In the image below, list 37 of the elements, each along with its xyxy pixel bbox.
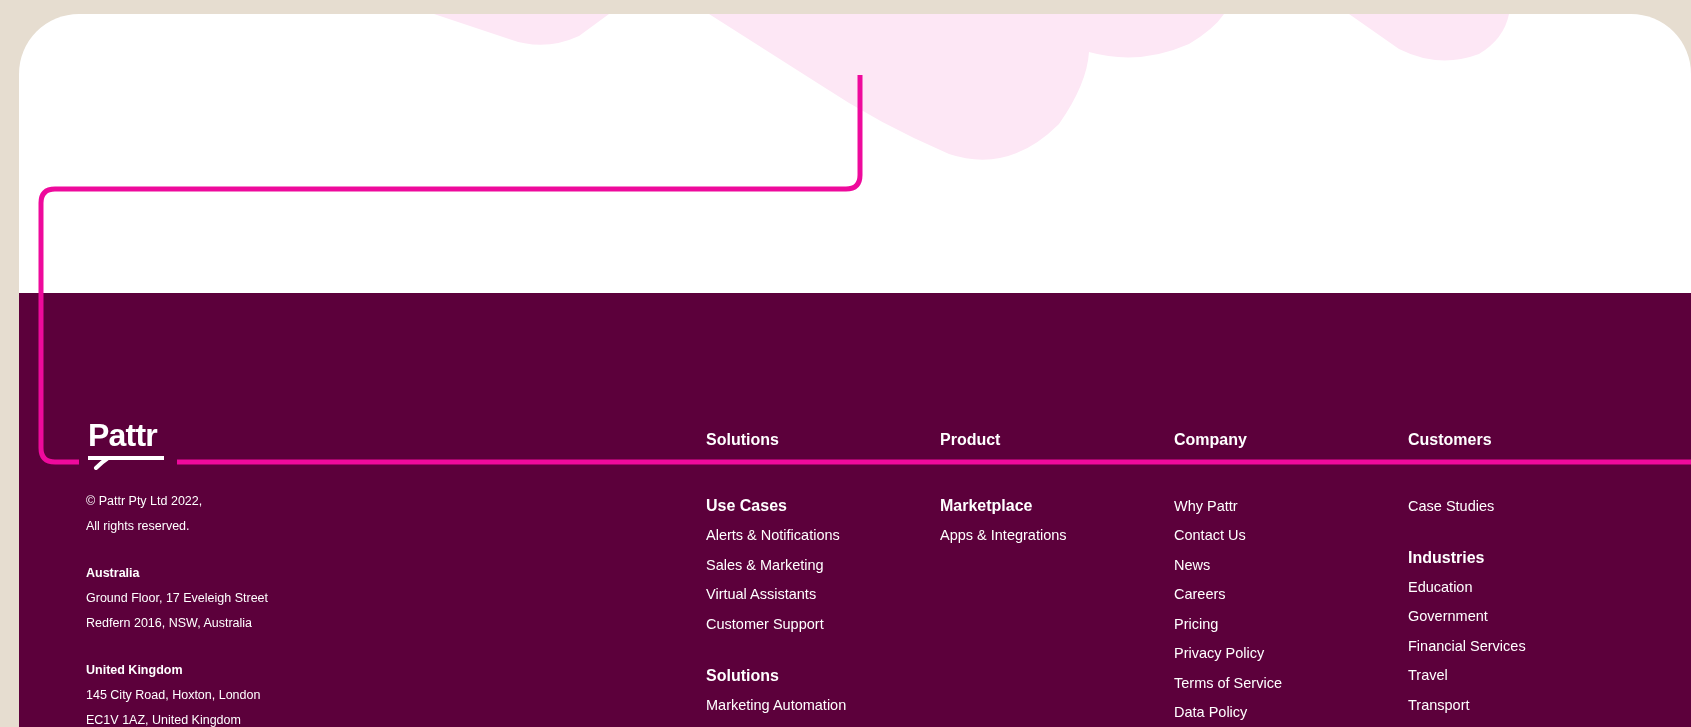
footer-link[interactable]: Alerts & Notifications	[706, 525, 840, 546]
footer-link[interactable]: News	[1174, 554, 1211, 575]
footer-link[interactable]: Customer Support	[706, 613, 824, 634]
copyright-text: © Pattr Pty Ltd 2022,	[86, 493, 204, 510]
office-address: Redfern 2016, NSW, Australia	[86, 615, 254, 632]
group-heading: Marketplace	[940, 496, 1034, 516]
footer-link[interactable]: Pricing	[1174, 613, 1219, 634]
footer-link[interactable]: Marketing Automation	[706, 694, 847, 715]
footer-link[interactable]: Government	[1408, 606, 1488, 627]
group-heading: Use Cases	[706, 496, 788, 516]
footer-link[interactable]: Travel	[1408, 665, 1448, 686]
column-heading: Customers	[1408, 430, 1493, 450]
footer-link[interactable]: Terms of Service	[1174, 672, 1282, 693]
office-name: United Kingdom	[86, 662, 184, 679]
footer-link[interactable]: Virtual Assistants	[706, 584, 817, 605]
group-heading: Industries	[1408, 547, 1486, 568]
footer-link[interactable]: Data Policy	[1174, 702, 1248, 723]
footer-link[interactable]: Sales & Marketing	[706, 554, 824, 575]
column-heading: Product	[940, 430, 1002, 450]
footer-link[interactable]: Why Pattr	[1174, 495, 1238, 516]
footer-link[interactable]: Education	[1408, 576, 1473, 597]
office-address: 145 City Road, Hoxton, London	[86, 687, 262, 704]
office-name: Australia	[86, 565, 141, 582]
footer-link[interactable]: Privacy Policy	[1174, 643, 1265, 664]
copyright-text: All rights reserved.	[86, 518, 191, 535]
footer-link[interactable]: Contact Us	[1174, 525, 1246, 546]
footer-link[interactable]: Careers	[1174, 584, 1226, 605]
footer-link[interactable]: Transport	[1408, 694, 1470, 715]
footer-link[interactable]: Case Studies	[1408, 495, 1495, 516]
office-address: Ground Floor, 17 Eveleigh Street	[86, 590, 270, 607]
office-address: EC1V 1AZ, United Kingdom	[86, 712, 242, 727]
footer-link[interactable]: Apps & Integrations	[940, 525, 1067, 546]
column-heading: Company	[1174, 430, 1248, 450]
footer-link[interactable]: Financial Services	[1408, 635, 1526, 656]
logo-underline-icon	[88, 456, 164, 470]
group-heading: Solutions	[706, 665, 780, 686]
column-heading: Solutions	[706, 430, 780, 450]
